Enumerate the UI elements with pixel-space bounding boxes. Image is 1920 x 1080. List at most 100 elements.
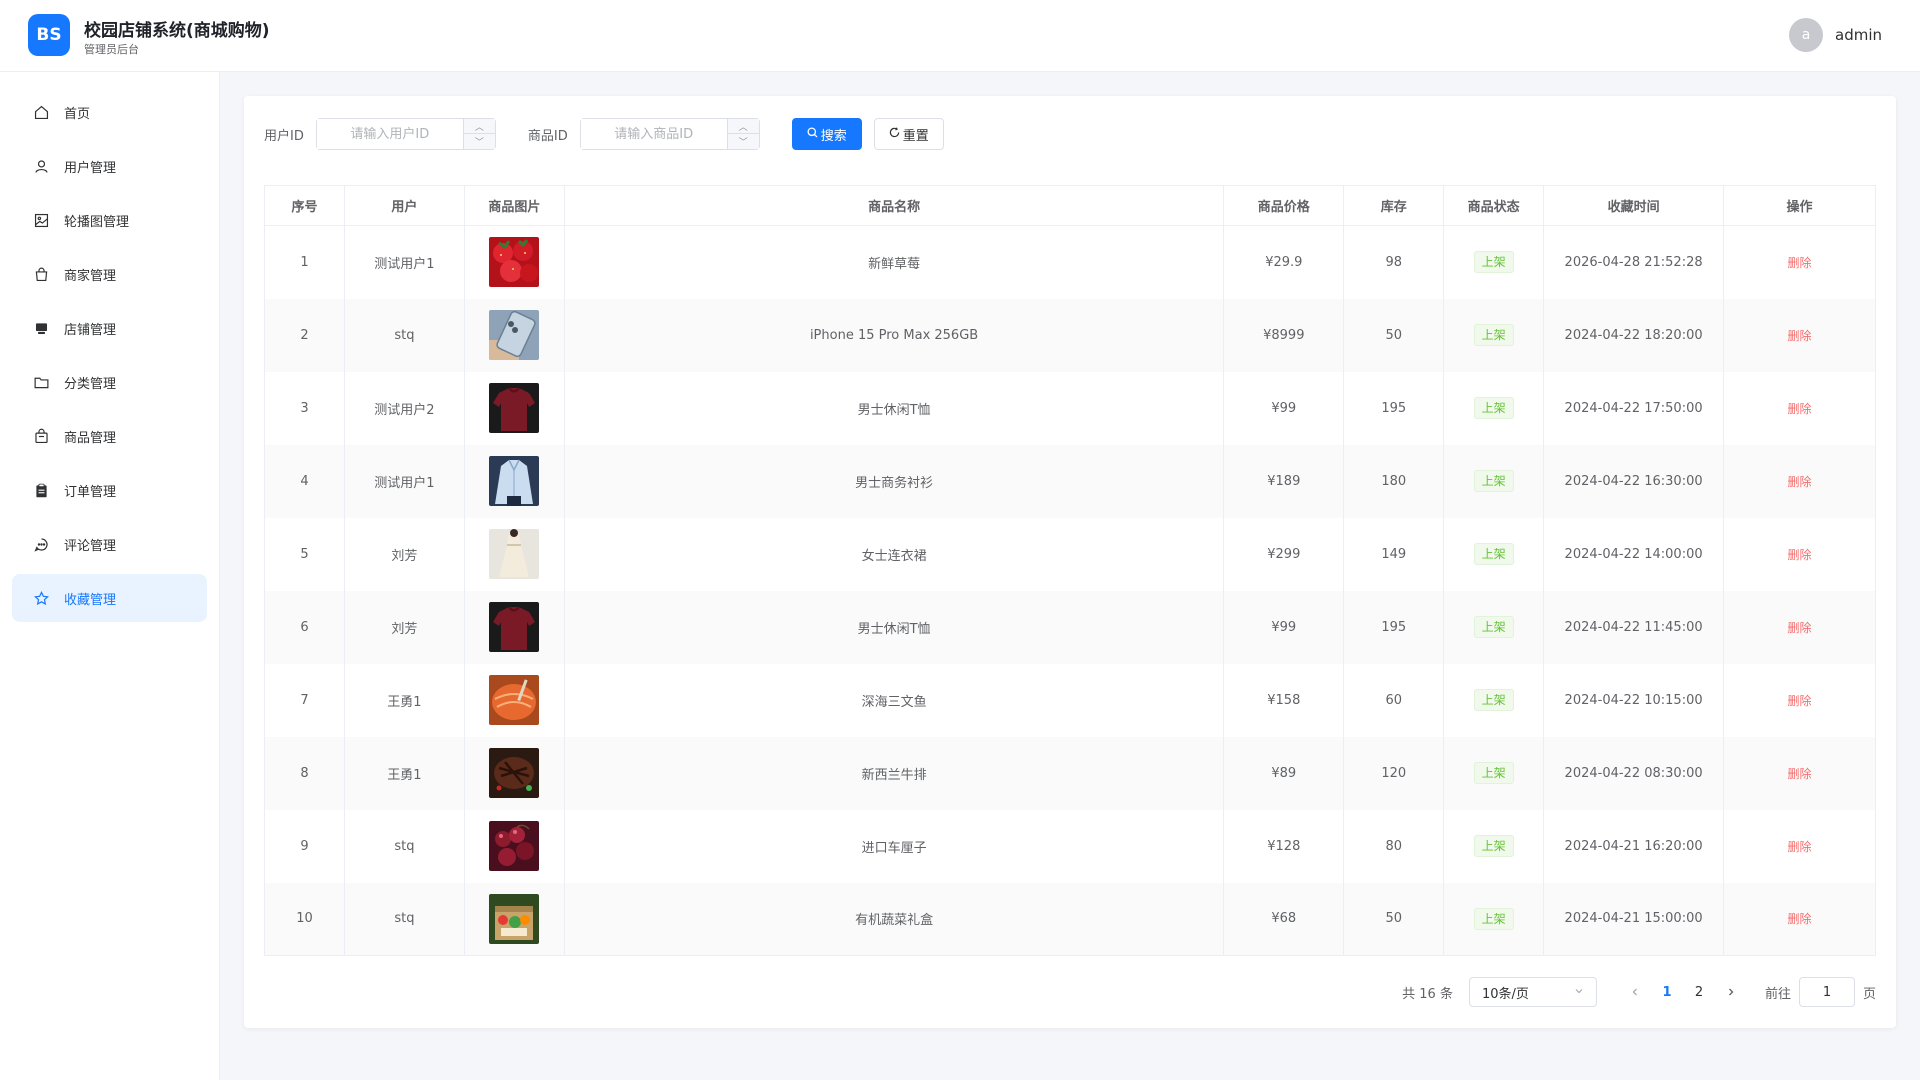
cell-stock: 50: [1343, 298, 1445, 372]
cell-price: ¥89: [1223, 736, 1345, 810]
status-badge: 上架: [1473, 543, 1514, 565]
cell-status: 上架: [1443, 225, 1545, 299]
sidebar-item-shops[interactable]: 店铺管理: [12, 304, 207, 352]
cell-actions: 删除: [1723, 371, 1876, 445]
sidebar-item-home[interactable]: 首页: [12, 88, 207, 136]
product-id-input[interactable]: [580, 119, 727, 149]
cell-product-image: [464, 517, 565, 591]
next-page-button[interactable]: [1717, 978, 1745, 1006]
delete-button[interactable]: 删除: [1788, 694, 1812, 708]
content-card: 用户ID ︿ ﹀ 商品ID ︿ ﹀ 搜索 重置: [244, 96, 1896, 1028]
goto-page-input[interactable]: [1798, 977, 1855, 1007]
sidebar-item-orders[interactable]: 订单管理: [12, 466, 207, 514]
cell-product-name: 男士休闲T恤: [564, 590, 1225, 664]
cell-product-image: [464, 225, 565, 299]
product-thumbnail[interactable]: [489, 821, 540, 871]
sidebar-item-users[interactable]: 用户管理: [12, 142, 207, 190]
status-badge: 上架: [1473, 397, 1514, 419]
product-id-stepper[interactable]: ︿ ﹀: [726, 119, 759, 149]
cell-price: ¥68: [1223, 882, 1345, 956]
column-header: 商品价格: [1223, 185, 1345, 226]
status-badge: 上架: [1473, 762, 1514, 784]
cell-status: 上架: [1443, 809, 1545, 883]
cell-index: 8: [264, 736, 345, 810]
search-button-label: 搜索: [820, 128, 847, 144]
user-id-stepper[interactable]: ︿ ﹀: [462, 119, 495, 149]
username[interactable]: admin: [1835, 26, 1882, 44]
table-row: 1 测试用户1 新鲜草莓 ¥29.9 98 上架 2026-04-28 21:52:28 删除: [264, 225, 1876, 299]
product-thumbnail[interactable]: [489, 310, 540, 360]
product-thumbnail[interactable]: [489, 748, 540, 798]
search-bar: 用户ID ︿ ﹀ 商品ID ︿ ﹀ 搜索 重置: [264, 117, 956, 151]
sidebar-item-label: 收藏管理: [64, 592, 117, 608]
product-thumbnail[interactable]: [489, 602, 540, 652]
chevron-down-icon[interactable]: ﹀: [464, 134, 495, 149]
cell-index: 7: [264, 663, 345, 737]
pagination: 共 16 条 10条/页 1 2 前往 页: [1402, 976, 1876, 1008]
page-number-1[interactable]: 1: [1653, 978, 1681, 1006]
user-id-input[interactable]: [316, 119, 463, 149]
sidebar-item-comments[interactable]: 评论管理: [12, 520, 207, 568]
cell-status: 上架: [1443, 882, 1545, 956]
column-header: 库存: [1343, 185, 1445, 226]
cell-favorite-time: 2024-04-22 08:30:00: [1543, 736, 1725, 810]
chevron-down-icon[interactable]: ﹀: [728, 134, 759, 149]
product-thumbnail[interactable]: [489, 383, 540, 433]
cell-user: 测试用户1: [344, 444, 465, 518]
delete-button[interactable]: 删除: [1788, 475, 1812, 489]
chevron-down-icon: [1574, 985, 1584, 1000]
delete-button[interactable]: 删除: [1788, 840, 1812, 854]
user-id-label: 用户ID: [264, 128, 304, 144]
status-badge: 上架: [1473, 907, 1514, 930]
cell-product-image: [464, 736, 565, 810]
page-size-select[interactable]: 10条/页: [1468, 977, 1597, 1007]
app-logo: BS: [28, 14, 70, 56]
goods-icon: [32, 427, 50, 445]
sidebar-item-carousel[interactable]: 轮播图管理: [12, 196, 207, 244]
sidebar-item-label: 评论管理: [64, 538, 117, 554]
product-thumbnail[interactable]: [489, 237, 540, 288]
cell-actions: 删除: [1723, 882, 1876, 956]
delete-button[interactable]: 删除: [1788, 912, 1812, 926]
cell-index: 5: [264, 517, 345, 591]
folder-icon: [32, 373, 50, 391]
star-icon: [32, 589, 50, 607]
sidebar-item-products[interactable]: 商品管理: [12, 412, 207, 460]
product-thumbnail[interactable]: [489, 893, 540, 944]
chevron-up-icon[interactable]: ︿: [463, 119, 495, 134]
reset-button[interactable]: 重置: [873, 118, 944, 150]
product-thumbnail[interactable]: [489, 456, 540, 506]
cell-status: 上架: [1443, 736, 1545, 810]
delete-button[interactable]: 删除: [1788, 767, 1812, 781]
user-id-field[interactable]: ︿ ﹀: [315, 118, 496, 150]
search-button[interactable]: 搜索: [791, 118, 862, 150]
column-header: 商品名称: [564, 185, 1225, 226]
table-row: 6 刘芳 男士休闲T恤 ¥99 195 上架 2024-04-22 11:45:00 删除: [264, 590, 1876, 664]
delete-button[interactable]: 删除: [1788, 256, 1812, 270]
cell-index: 2: [264, 298, 345, 372]
delete-button[interactable]: 删除: [1788, 548, 1812, 562]
cell-product-image: [464, 444, 565, 518]
user-icon: [32, 157, 50, 175]
page-number-2[interactable]: 2: [1685, 978, 1713, 1006]
product-id-field[interactable]: ︿ ﹀: [579, 118, 760, 150]
sidebar-item-favorites[interactable]: 收藏管理: [12, 574, 207, 622]
delete-button[interactable]: 删除: [1788, 329, 1812, 343]
sidebar-item-merchants[interactable]: 商家管理: [12, 250, 207, 298]
product-thumbnail[interactable]: [489, 675, 540, 725]
cell-user: stq: [344, 882, 465, 956]
user-menu[interactable]: a admin: [1789, 18, 1882, 52]
table-row: 10 stq 有机蔬菜礼盒 ¥68 50 上架 2024-04-21 15:00:00 删除: [264, 882, 1876, 956]
chevron-up-icon[interactable]: ︿: [727, 119, 759, 134]
sidebar-item-categories[interactable]: 分类管理: [12, 358, 207, 406]
delete-button[interactable]: 删除: [1788, 621, 1812, 635]
cell-favorite-time: 2024-04-21 15:00:00: [1543, 882, 1725, 956]
table-row: 9 stq 进口车厘子 ¥128 80 上架 2024-04-21 16:20:00 删除: [264, 809, 1876, 883]
product-thumbnail[interactable]: [489, 529, 540, 579]
delete-button[interactable]: 删除: [1788, 402, 1812, 416]
table-row: 8 王勇1 新西兰牛排 ¥89 120 上架 2024-04-22 08:30:00 删除: [264, 736, 1876, 810]
avatar[interactable]: a: [1789, 18, 1823, 52]
prev-page-button[interactable]: [1621, 978, 1649, 1006]
cell-status: 上架: [1443, 371, 1545, 445]
top-header: BS 校园店铺系统(商城购物) 管理员后台 a admin: [0, 0, 1920, 72]
